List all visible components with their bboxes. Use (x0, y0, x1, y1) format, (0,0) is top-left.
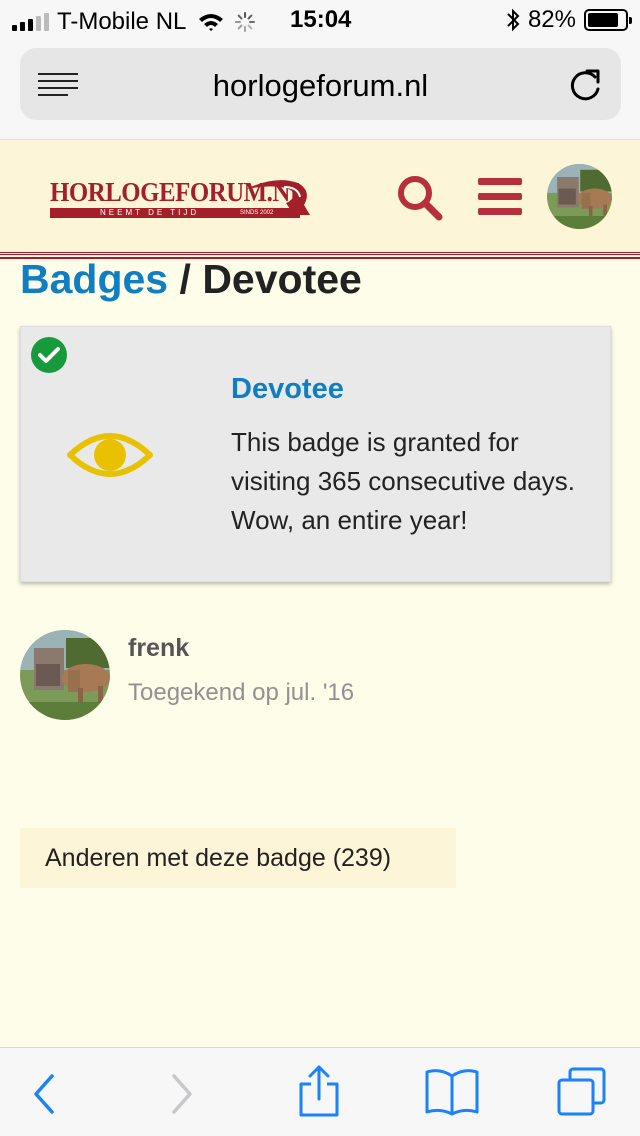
activity-spinner-icon (235, 12, 256, 32)
badge-description: This badge is granted for visiting 365 c… (231, 427, 575, 535)
battery-fill (588, 13, 618, 27)
status-bar: T-Mobile NL 15:04 82% (0, 0, 640, 40)
avatar-photo-header (547, 164, 612, 229)
breadcrumb-badges-link[interactable]: Badges (20, 256, 168, 302)
username[interactable]: frenk (128, 634, 189, 663)
granted-date: Toegekend op jul. '16 (128, 679, 355, 706)
clock-time: 15:04 (290, 6, 352, 33)
site-header: HORLOGEFORUM.NL NEEMT DE TIJD SINDS 2002 (0, 140, 640, 259)
breadcrumb-current: Devotee (202, 256, 362, 302)
carrier-name: T-Mobile NL (57, 8, 187, 35)
signal-icon (12, 13, 49, 31)
url-text[interactable]: horlogeforum.nl (20, 68, 621, 104)
wifi-icon (199, 14, 224, 31)
address-bar[interactable]: horlogeforum.nl (20, 48, 621, 120)
user-avatar[interactable] (20, 630, 110, 720)
logo-since: SINDS 2002 (240, 210, 274, 216)
breadcrumb-separator: / (179, 256, 191, 302)
tabs-icon[interactable] (556, 1066, 608, 1118)
user-avatar-header[interactable] (547, 164, 612, 229)
browser-toolbar (0, 1047, 640, 1136)
badge-name[interactable]: Devotee (231, 373, 344, 406)
check-circle-icon (31, 337, 67, 373)
status-right-group: 82% (506, 6, 632, 34)
reload-icon[interactable] (567, 66, 603, 104)
eye-icon (67, 433, 153, 477)
logo-tagline: NEEMT DE TIJD (100, 208, 200, 217)
avatar-photo (20, 630, 110, 720)
share-icon[interactable] (298, 1064, 340, 1118)
site-logo[interactable]: HORLOGEFORUM.NL NEEMT DE TIJD SINDS 2002 (50, 177, 312, 225)
browser-address-area: horlogeforum.nl (0, 40, 640, 140)
bluetooth-icon (507, 8, 520, 32)
forward-icon[interactable] (170, 1072, 196, 1116)
back-icon[interactable] (30, 1072, 56, 1116)
menu-icon[interactable] (478, 177, 522, 217)
page-title: Badges / Devotee (20, 256, 362, 303)
search-icon[interactable] (396, 174, 444, 222)
others-with-badge-button[interactable]: Anderen met deze badge (239) (20, 828, 456, 888)
battery-icon (584, 9, 632, 31)
badge-card: Devotee This badge is granted for visiti… (20, 326, 611, 582)
carrier-group: T-Mobile NL (12, 8, 256, 36)
battery-percentage: 82% (527, 6, 576, 33)
bookmarks-icon[interactable] (424, 1068, 480, 1116)
